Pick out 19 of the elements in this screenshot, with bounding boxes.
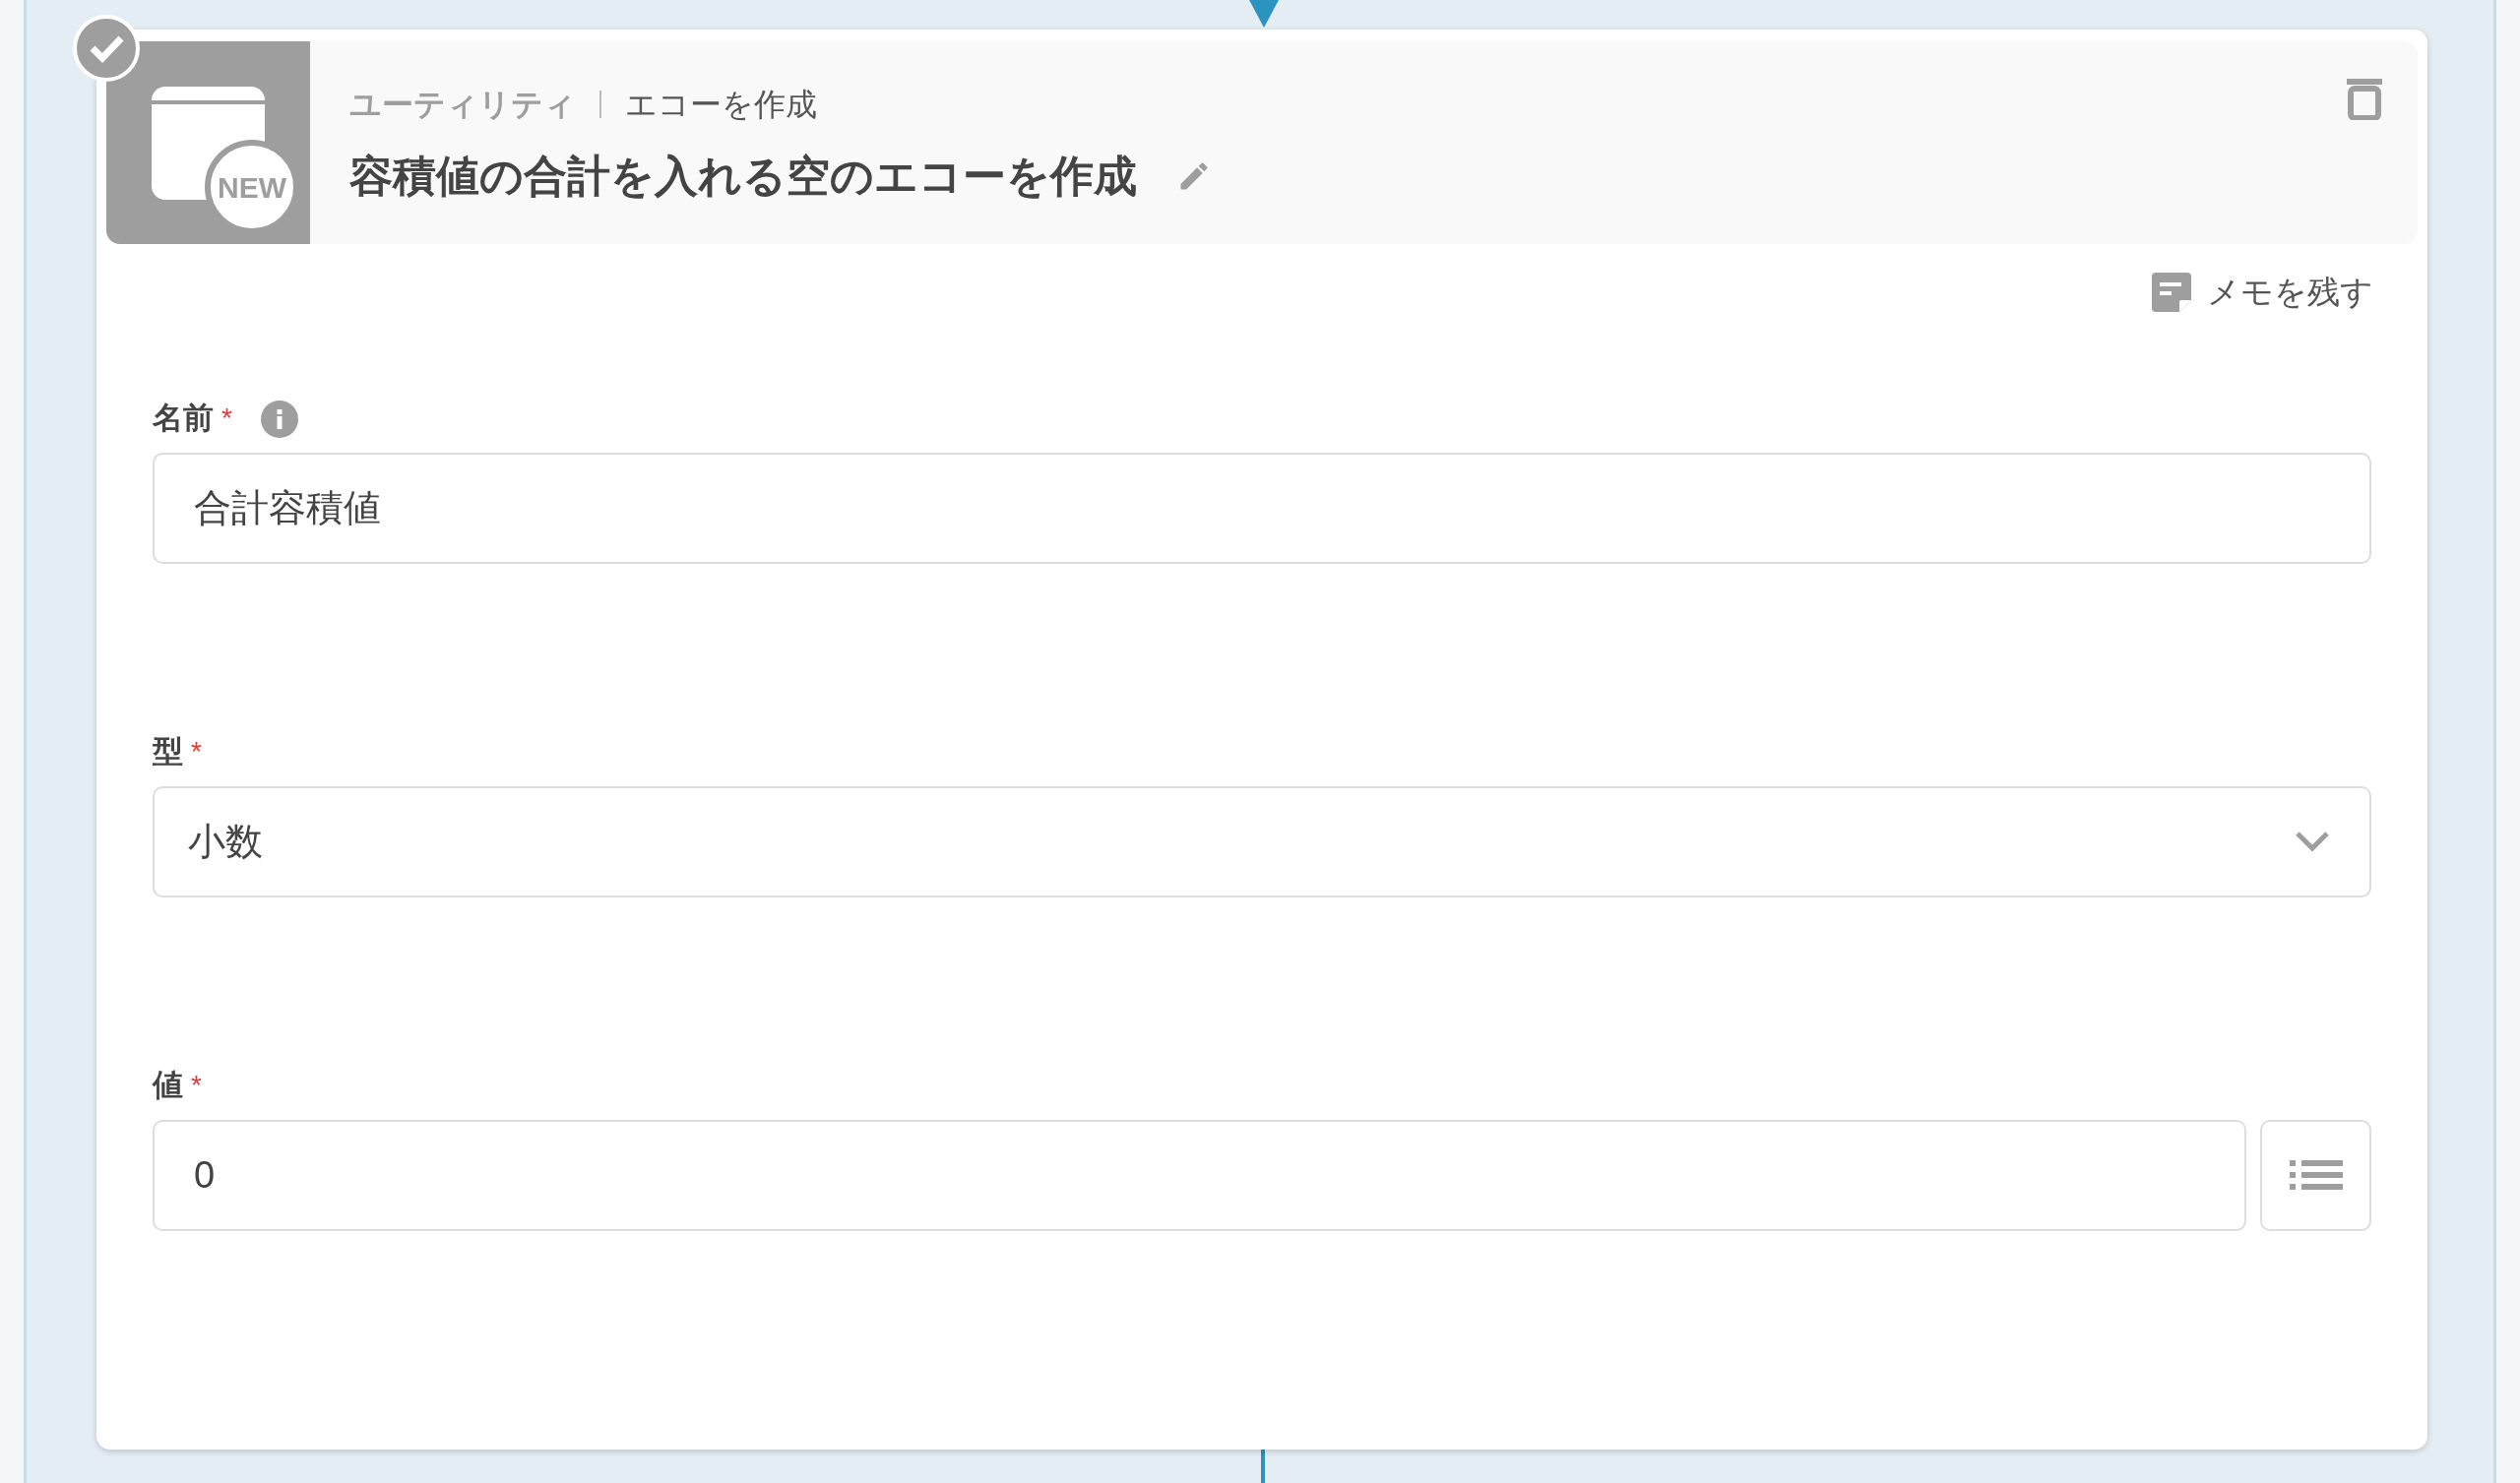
connector-arrow-icon <box>1249 0 1279 28</box>
input-field[interactable]: 0 <box>153 1119 2246 1231</box>
trash-icon[interactable] <box>2347 77 2382 120</box>
input-field[interactable]: 合計容積値 <box>153 452 2371 564</box>
field-label: 名前 <box>153 400 214 438</box>
required-mark: * <box>221 401 232 435</box>
required-mark: * <box>191 734 202 769</box>
field-label: 型 <box>153 733 183 772</box>
note-icon <box>2152 272 2191 312</box>
category-label: ユーティリティ <box>349 86 576 124</box>
chevron-down-icon <box>2295 830 2330 853</box>
list-icon <box>2289 1159 2343 1191</box>
required-mark: * <box>191 1068 202 1102</box>
field-label: 値 <box>153 1067 183 1105</box>
step-title: 容積値の合計を入れる空のエコーを作成 <box>349 151 1137 202</box>
memo-button[interactable]: メモを残す <box>2152 268 2373 317</box>
select-field[interactable]: 小数 <box>153 785 2371 897</box>
list-button[interactable] <box>2260 1119 2371 1231</box>
action-label: エコーを作成 <box>625 86 817 124</box>
